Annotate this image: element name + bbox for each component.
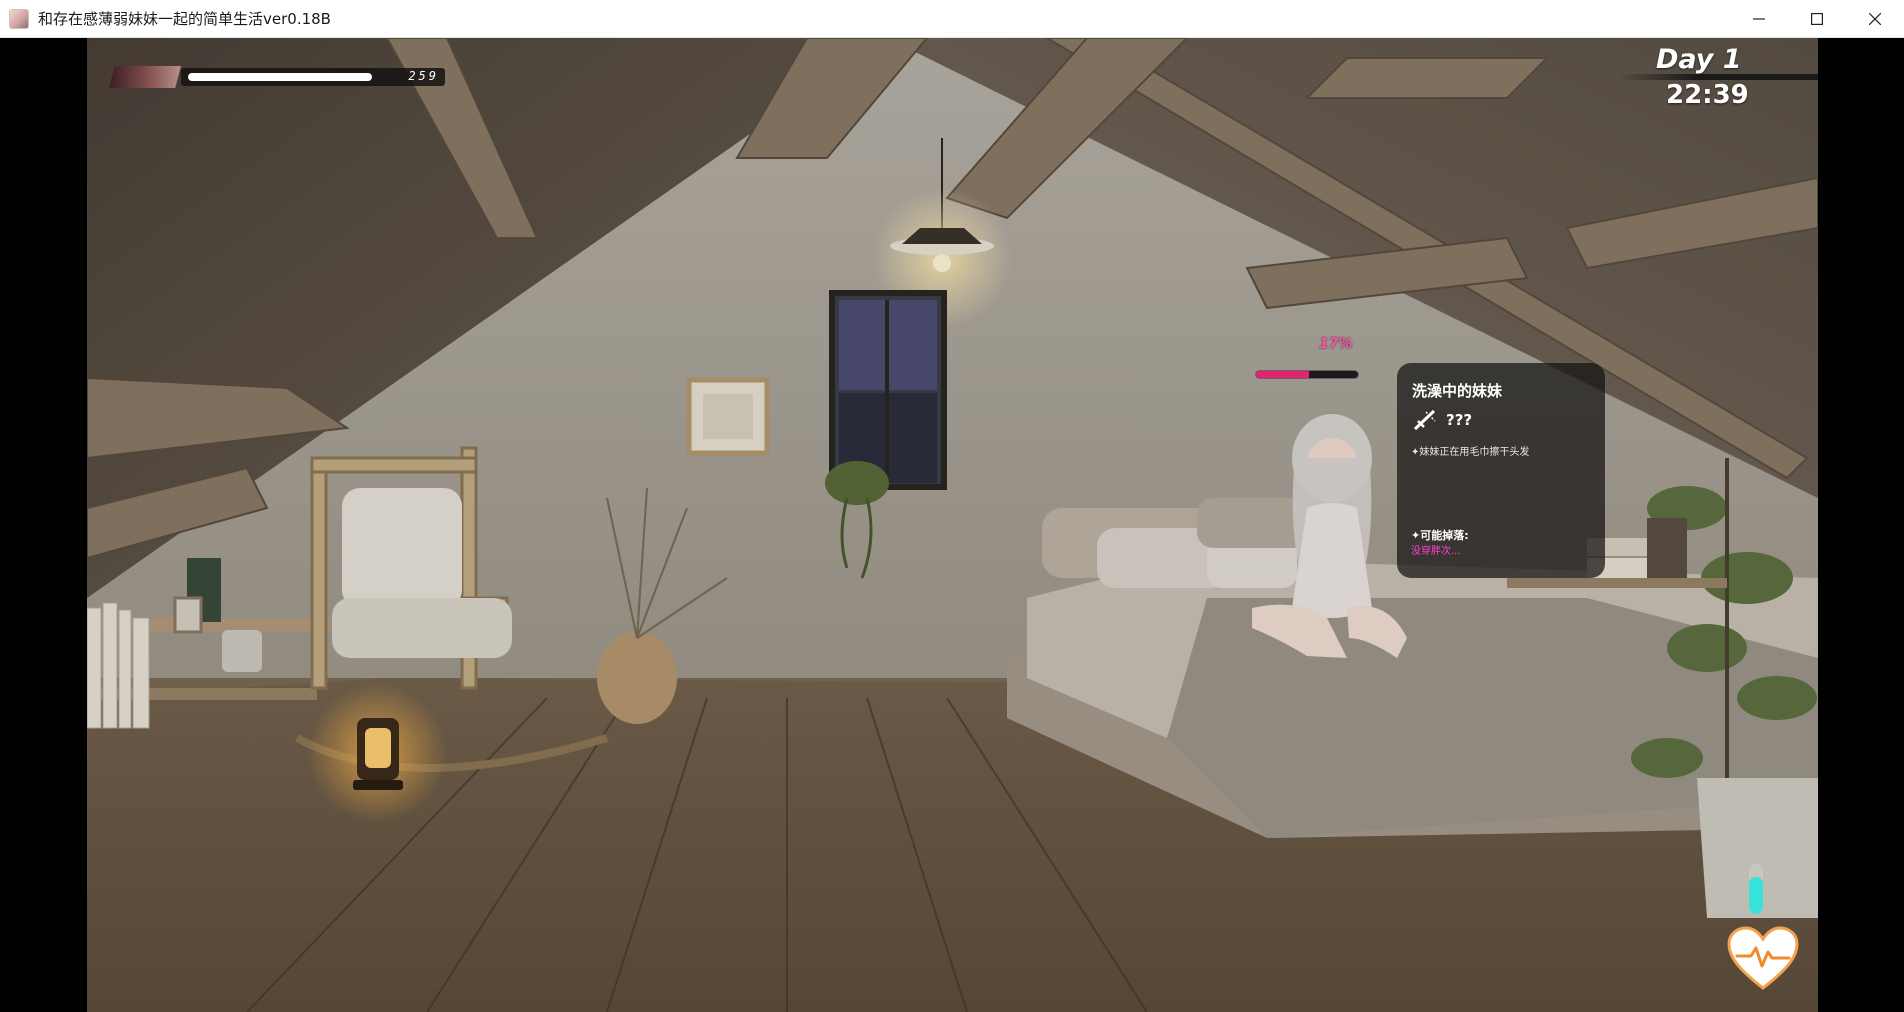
sword-icon xyxy=(1413,409,1436,431)
progress-bar xyxy=(1255,370,1359,379)
maximize-icon xyxy=(1811,13,1823,25)
gauge-fill xyxy=(1749,876,1763,914)
heart-button[interactable] xyxy=(1727,926,1799,992)
app-icon xyxy=(9,8,29,29)
vertical-gauge xyxy=(1749,864,1763,914)
game-viewport: 259 Day 1 22:39 17% 洗澡中的妹妹 ??? ✦妹妹正在用毛巾擦… xyxy=(0,38,1904,1012)
panel-description: ✦妹妹正在用毛巾擦干头发 xyxy=(1411,447,1530,458)
progress-fill xyxy=(1256,371,1310,378)
status-info-panel: 洗澡中的妹妹 ??? ✦妹妹正在用毛巾擦干头发 ✦可能掉落: 没穿胖次... xyxy=(1397,363,1605,578)
progress-percent: 17% xyxy=(1319,336,1353,352)
energy-fill xyxy=(188,73,372,81)
time-label: 22:39 xyxy=(1666,80,1749,110)
game-scene[interactable]: 259 Day 1 22:39 17% 洗澡中的妹妹 ??? ✦妹妹正在用毛巾擦… xyxy=(87,38,1818,1012)
maximize-button[interactable] xyxy=(1788,0,1846,38)
heart-pulse-icon xyxy=(1727,926,1799,990)
panel-title: 洗澡中的妹妹 xyxy=(1412,382,1503,400)
day-time-display: Day 1 22:39 xyxy=(1618,38,1818,128)
energy-value: 259 xyxy=(408,69,439,83)
close-icon xyxy=(1869,13,1881,25)
skill-row: ??? xyxy=(1412,409,1472,431)
skill-text: ??? xyxy=(1446,411,1473,429)
close-button[interactable] xyxy=(1846,0,1904,38)
window-controls xyxy=(1730,0,1904,38)
window-title: 和存在感薄弱妹妹一起的简单生活ver0.18B xyxy=(38,10,331,28)
minimize-button[interactable] xyxy=(1730,0,1788,38)
minimize-icon xyxy=(1753,18,1765,20)
character-portrait xyxy=(109,66,181,88)
drop-value: 没穿胖次... xyxy=(1411,546,1461,557)
drop-label: ✦可能掉落: xyxy=(1411,529,1469,542)
energy-track: 259 xyxy=(181,68,445,86)
window-title-bar: 和存在感薄弱妹妹一起的简单生活ver0.18B xyxy=(0,0,1904,38)
energy-bar: 259 xyxy=(109,66,445,88)
day-label: Day 1 xyxy=(1656,44,1742,75)
